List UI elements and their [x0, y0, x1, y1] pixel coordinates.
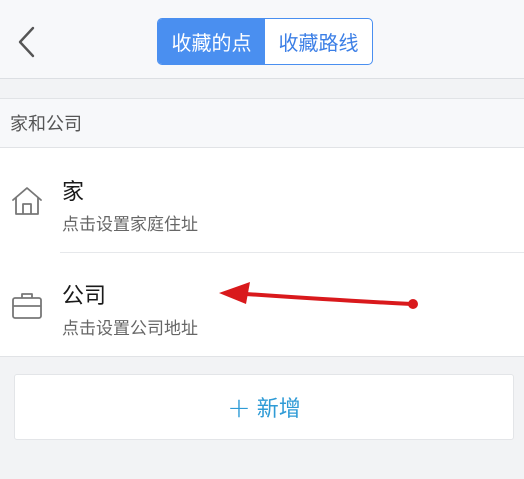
add-button-label: 新增 — [256, 397, 301, 422]
section-header-home-and-company: 家和公司 — [0, 98, 524, 148]
favorites-segmented-control: 收藏的点 收藏路线 — [157, 18, 373, 65]
back-button[interactable] — [8, 22, 44, 62]
chevron-left-icon — [18, 26, 35, 58]
tab-favorite-points[interactable]: 收藏的点 — [158, 19, 265, 64]
item-title: 公司 — [62, 284, 107, 309]
home-company-list: 家 点击设置家庭住址 公司 点击设置公司地址 — [0, 148, 524, 357]
top-bar: 收藏的点 收藏路线 — [0, 0, 524, 79]
item-subtitle: 点击设置家庭住址 — [62, 215, 198, 235]
item-subtitle: 点击设置公司地址 — [62, 319, 198, 339]
item-title: 家 — [62, 180, 85, 205]
home-icon — [12, 187, 42, 215]
add-new-button[interactable]: + 新增 — [14, 374, 514, 440]
section-title: 家和公司 — [10, 114, 82, 135]
tab-favorite-routes[interactable]: 收藏路线 — [265, 19, 372, 64]
list-item-home[interactable]: 家 点击设置家庭住址 — [0, 148, 524, 252]
list-item-company[interactable]: 公司 点击设置公司地址 — [0, 252, 524, 356]
plus-icon: + — [227, 390, 251, 424]
briefcase-icon — [12, 293, 42, 319]
